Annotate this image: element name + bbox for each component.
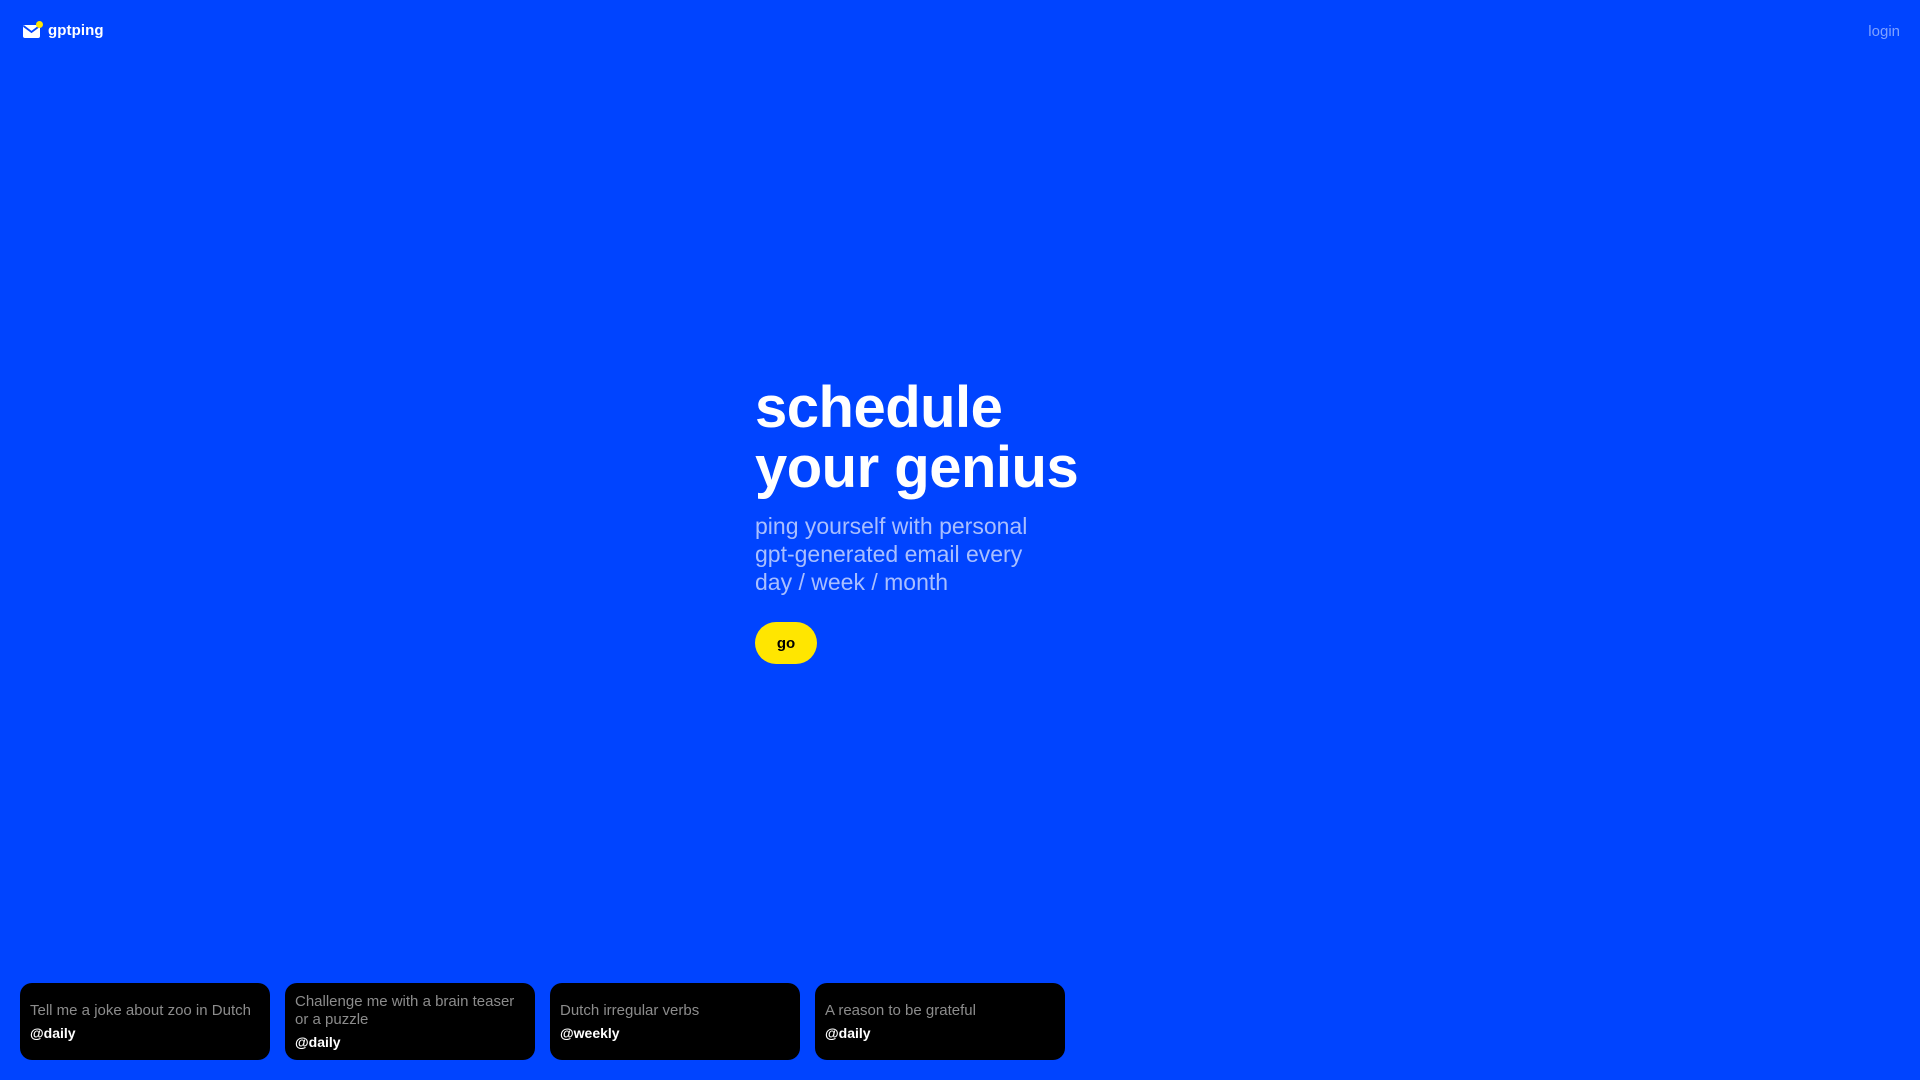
card-frequency: @weekly xyxy=(560,1024,620,1041)
login-link[interactable]: login xyxy=(1868,23,1900,40)
card-prompt: Tell me a joke about zoo in Dutch xyxy=(30,1001,251,1019)
example-card[interactable]: Dutch irregular verbs @weekly xyxy=(550,983,800,1060)
example-cards: Tell me a joke about zoo in Dutch @daily… xyxy=(20,983,1065,1060)
top-bar: gptping login xyxy=(0,0,1920,64)
envelope-icon xyxy=(22,20,44,40)
card-prompt: Challenge me with a brain teaser or a pu… xyxy=(295,992,515,1028)
example-card[interactable]: Tell me a joke about zoo in Dutch @daily xyxy=(20,983,270,1060)
brand-name: gptping xyxy=(48,21,104,39)
hero-subtitle: ping yourself with personal gpt-generate… xyxy=(755,513,1028,595)
example-card[interactable]: Challenge me with a brain teaser or a pu… xyxy=(285,983,535,1060)
card-frequency: @daily xyxy=(30,1024,76,1041)
card-frequency: @daily xyxy=(295,1033,341,1050)
card-prompt: Dutch irregular verbs xyxy=(560,1001,700,1019)
hero-title: schedule your genius xyxy=(755,378,1175,498)
card-frequency: @daily xyxy=(825,1024,871,1041)
example-card[interactable]: A reason to be grateful @daily xyxy=(815,983,1065,1060)
hero-title-line-1: schedule xyxy=(755,375,1003,440)
landing-page: gptping login schedule your genius ping … xyxy=(0,0,1920,1080)
hero-title-line-2: your genius xyxy=(755,435,1079,500)
hero-section: schedule your genius ping yourself with … xyxy=(755,378,1175,664)
brand-link[interactable]: gptping xyxy=(22,20,104,40)
go-button[interactable]: go xyxy=(755,622,817,664)
card-prompt: A reason to be grateful xyxy=(825,1001,976,1019)
